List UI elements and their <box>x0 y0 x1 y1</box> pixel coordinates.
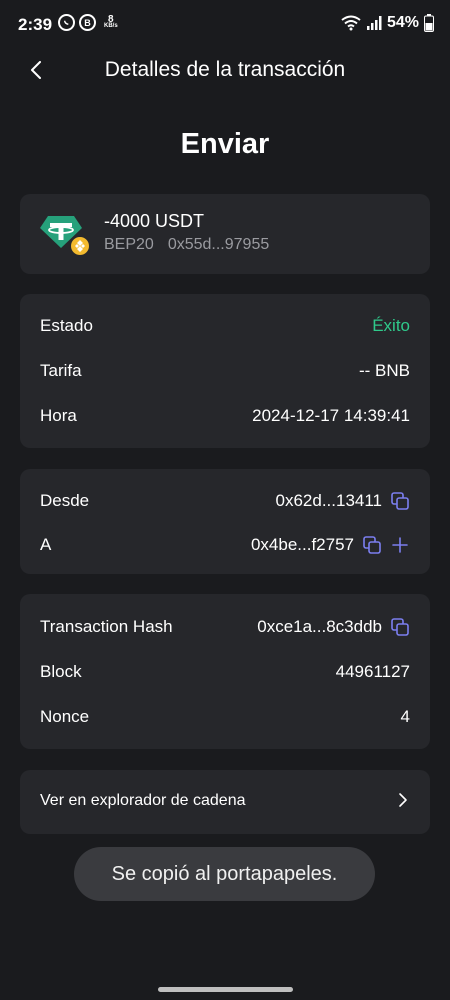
status-row: Estado Éxito <box>40 314 410 338</box>
plus-icon <box>392 537 408 553</box>
view-in-explorer-button[interactable]: Ver en explorador de cadena <box>20 770 430 834</box>
token-contract-address: 0x55d...97955 <box>167 236 270 253</box>
status-value: Éxito <box>372 316 410 335</box>
nonce-label: Nonce <box>40 707 90 726</box>
chevron-right-icon <box>399 793 407 807</box>
token-card: -4000 USDT BEP20 0x55d...97955 <box>20 194 430 274</box>
copy-icon <box>391 492 409 510</box>
time-row: Hora 2024-12-17 14:39:41 <box>40 404 410 428</box>
copy-from-button[interactable] <box>390 491 410 511</box>
token-amount: -4000 USDT <box>104 211 205 231</box>
fee-row: Tarifa -- BNB <box>40 359 410 383</box>
signal-icon <box>366 16 382 30</box>
nonce-row: Nonce 4 <box>40 705 410 729</box>
status-bar: 2:39 B 8 KB/s 54% <box>0 0 450 50</box>
from-value-group: 0x62d...13411 <box>276 491 411 511</box>
wifi-icon <box>341 15 361 31</box>
copy-to-button[interactable] <box>362 535 382 555</box>
copy-icon <box>391 618 409 636</box>
token-network: BEP20 <box>104 236 154 253</box>
header-title: Detalles de la transacción <box>104 58 346 81</box>
block-label: Block <box>40 662 82 681</box>
usdt-token-icon <box>40 216 90 257</box>
addresses-card: Desde 0x62d...13411 A 0x4be...f2757 <box>20 469 430 574</box>
block-row: Block 44961127 <box>40 660 410 684</box>
from-label: Desde <box>40 491 90 510</box>
token-subtitle: BEP20 0x55d...97955 <box>104 236 269 254</box>
network-speed: 8 KB/s <box>104 13 118 29</box>
details-card: Estado Éxito Tarifa -- BNB Hora 2024-12-… <box>20 294 430 448</box>
home-indicator[interactable] <box>158 987 293 992</box>
battery-percent: 54% <box>386 14 419 31</box>
chain-info-card: Transaction Hash 0xce1a...8c3ddb Block 4… <box>20 594 430 749</box>
system-icons: 54% <box>341 14 434 32</box>
to-label: A <box>40 535 52 554</box>
to-value-group: 0x4be...f2757 <box>251 535 410 555</box>
battery-icon <box>424 14 434 32</box>
status-label: Estado <box>40 316 93 335</box>
fee-label: Tarifa <box>40 361 82 380</box>
from-address: 0x62d...13411 <box>275 491 383 510</box>
page-title: Enviar <box>180 128 270 160</box>
header: Detalles de la transacción <box>0 50 450 90</box>
whatsapp-business-icon: B <box>79 14 96 31</box>
copy-hash-button[interactable] <box>390 617 410 637</box>
from-row: Desde 0x62d...13411 <box>40 489 410 513</box>
transaction-hash: 0xce1a...8c3ddb <box>257 617 382 636</box>
notification-icons: B 8 KB/s <box>58 14 118 31</box>
hash-row: Transaction Hash 0xce1a...8c3ddb <box>40 615 410 639</box>
copy-icon <box>363 536 381 554</box>
explorer-label: Ver en explorador de cadena <box>40 792 246 809</box>
whatsapp-icon <box>58 14 75 31</box>
block-value: 44961127 <box>335 662 410 681</box>
time-label: Hora <box>40 406 77 425</box>
copied-toast: Se copió al portapapeles. <box>74 847 375 901</box>
fee-value: -- BNB <box>359 361 410 380</box>
time-value: 2024-12-17 14:39:41 <box>252 406 410 425</box>
to-address: 0x4be...f2757 <box>250 535 354 554</box>
status-time: 2:39 <box>18 15 53 34</box>
nonce-value: 4 <box>400 707 410 726</box>
hash-label: Transaction Hash <box>40 617 173 636</box>
to-row: A 0x4be...f2757 <box>40 533 410 557</box>
add-contact-button[interactable] <box>390 535 410 555</box>
hash-value-group: 0xce1a...8c3ddb <box>257 617 410 637</box>
